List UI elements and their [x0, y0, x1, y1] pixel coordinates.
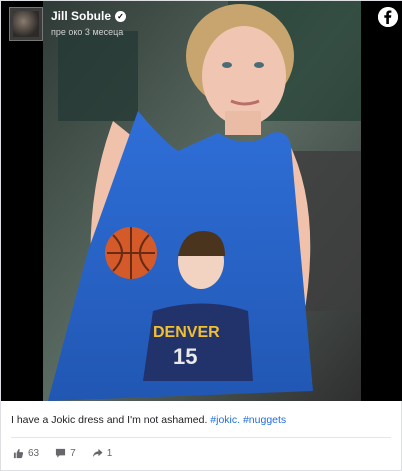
caption-text: I have a Jokic dress and I'm not ashamed… [11, 414, 208, 426]
post-caption: I have a Jokic dress and I'm not ashamed… [11, 414, 286, 426]
post-photo[interactable]: DENVER 15 Jill Sobule ✓ пре око 3 месеца [1, 1, 402, 401]
facebook-post-card: DENVER 15 Jill Sobule ✓ пре око 3 месеца… [0, 0, 402, 471]
author-avatar[interactable] [9, 7, 43, 41]
shares-stat[interactable]: 1 [92, 448, 113, 459]
comment-icon [55, 448, 66, 459]
comments-stat[interactable]: 7 [55, 448, 76, 459]
likes-count: 63 [28, 448, 40, 459]
photo-content: DENVER 15 [43, 1, 361, 401]
comments-count: 7 [70, 448, 76, 459]
share-icon [92, 448, 103, 459]
svg-text:15: 15 [173, 344, 197, 369]
avatar-image [13, 11, 39, 37]
hashtag-jokic[interactable]: #jokic. [210, 414, 240, 426]
like-icon [13, 448, 24, 459]
photo-illustration: DENVER 15 [43, 1, 361, 401]
reaction-stats: 63 7 1 [13, 448, 112, 459]
likes-stat[interactable]: 63 [13, 448, 39, 459]
shares-count: 1 [106, 448, 113, 459]
author-name-row[interactable]: Jill Sobule ✓ [51, 9, 127, 23]
facebook-logo-svg [378, 7, 398, 27]
facebook-logo-icon[interactable] [378, 7, 398, 27]
post-timestamp[interactable]: пре око 3 месеца [51, 27, 123, 37]
hashtag-nuggets[interactable]: #nuggets [243, 414, 286, 426]
divider [11, 437, 391, 438]
verified-badge-icon: ✓ [115, 10, 127, 22]
post-header: Jill Sobule ✓ пре око 3 месеца [1, 1, 402, 45]
svg-text:DENVER: DENVER [153, 324, 220, 341]
author-name[interactable]: Jill Sobule [51, 9, 111, 23]
